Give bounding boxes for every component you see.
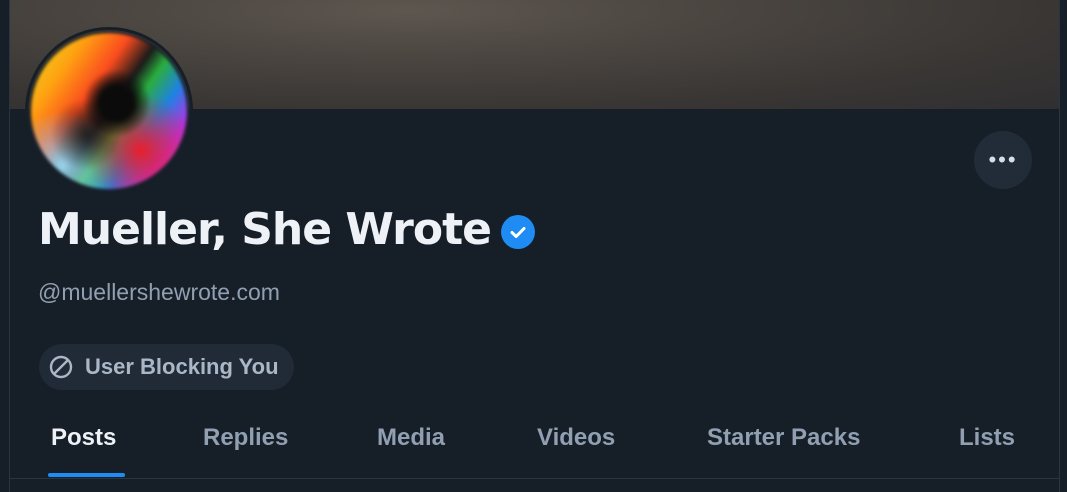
active-tab-indicator <box>48 473 125 477</box>
profile-page: ••• Mueller, She Wrote @muellershewrote.… <box>9 0 1060 492</box>
avatar[interactable] <box>28 30 190 192</box>
more-options-label: ••• <box>988 147 1018 172</box>
more-options-button[interactable]: ••• <box>974 131 1032 189</box>
blocking-label: User Blocking You <box>85 354 279 379</box>
profile-handle: @muellershewrote.com <box>38 279 280 305</box>
tab-lists[interactable]: Lists <box>959 424 1015 452</box>
display-name: Mueller, She Wrote <box>38 204 492 255</box>
tab-starter-packs[interactable]: Starter Packs <box>707 424 860 452</box>
tab-posts[interactable]: Posts <box>51 424 116 452</box>
profile-tabs: Posts Replies Media Videos Starter Packs… <box>10 410 1059 479</box>
tab-videos[interactable]: Videos <box>537 424 615 452</box>
blocking-status-badge[interactable]: User Blocking You <box>39 344 294 390</box>
block-icon <box>49 355 73 379</box>
tab-replies[interactable]: Replies <box>203 424 288 452</box>
tab-media[interactable]: Media <box>377 424 445 452</box>
name-row: Mueller, She Wrote <box>38 204 535 255</box>
verified-badge-icon[interactable] <box>500 214 535 249</box>
